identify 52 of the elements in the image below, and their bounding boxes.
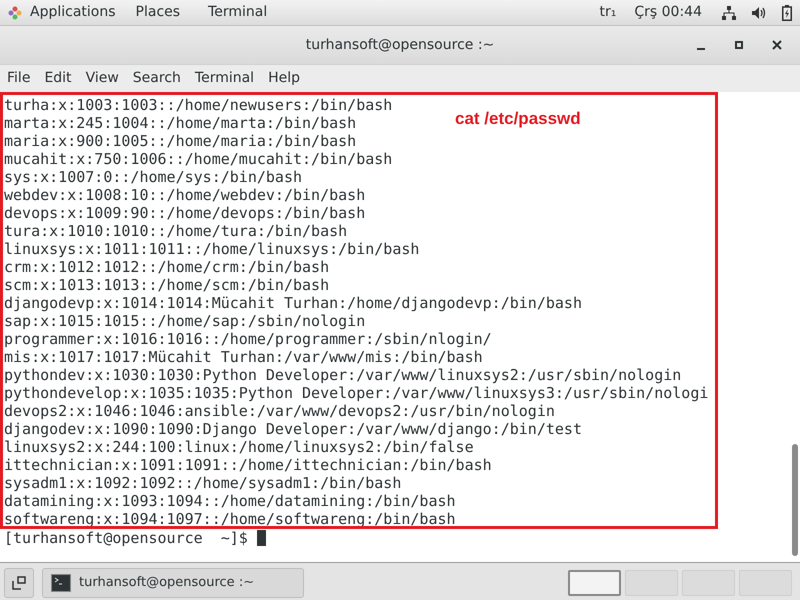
top-menu[interactable]: Places xyxy=(136,2,180,23)
terminal-line: maria:x:900:1005::/home/maria:/bin/bash xyxy=(4,132,356,150)
windows-icon xyxy=(12,576,26,590)
terminal-line: pythondevelop:x:1035:1035:Python Developer:/var/www/linuxsys3:/usr/sbin/nologi xyxy=(4,384,708,402)
close-icon xyxy=(772,40,782,50)
terminal-line: sys:x:1007:0::/home/sys:/bin/bash xyxy=(4,168,302,186)
terminal-line: devops:x:1009:90::/home/devops:/bin/bash xyxy=(4,204,366,222)
workspace-button[interactable] xyxy=(568,570,621,596)
taskbar-window-button[interactable]: turhansoft@opensource :~ xyxy=(42,568,304,598)
keyboard-layout[interactable]: tr₁ xyxy=(600,2,616,23)
minimize-icon xyxy=(697,48,705,50)
terminal-line: softwareng:x:1094:1097::/home/softwareng:/bin/bash xyxy=(4,510,456,528)
network-icon[interactable] xyxy=(722,6,736,20)
terminal-line: datamining:x:1093:1094::/home/datamining:/bin/bash xyxy=(4,492,456,510)
menu-item[interactable]: Help xyxy=(261,68,307,89)
terminal-line: djangodev:x:1090:1090:Django Developer:/var/www/django:/bin/test xyxy=(4,420,582,438)
flower-icon xyxy=(8,6,22,20)
applications-menu[interactable]: Applications xyxy=(30,2,116,23)
terminal-line: ittechnician:x:1091:1091::/home/ittechnician:/bin/bash xyxy=(4,456,492,474)
menu-item[interactable]: Edit xyxy=(37,68,79,89)
terminal-line: pythondev:x:1030:1030:Python Developer:/var/www/linuxsys2:/usr/sbin/nologin xyxy=(4,366,682,384)
top-menu[interactable]: Terminal xyxy=(208,2,268,23)
terminal-line: turha:x:1003:1003::/home/newusers:/bin/bash xyxy=(4,96,392,114)
terminal-line: crm:x:1012:1012::/home/crm:/bin/bash xyxy=(4,258,330,276)
terminal-line: sysadm1:x:1092:1092::/home/sysadm1:/bin/bash xyxy=(4,474,402,492)
window-title: turhansoft@opensource :~ xyxy=(306,36,494,54)
cursor xyxy=(256,530,266,546)
clock[interactable]: Çrş 00:44 xyxy=(634,2,702,23)
menu-item[interactable]: View xyxy=(78,68,126,89)
terminal-line: linuxsys2:x:244:100:linux:/home/linuxsys2:/bin/false xyxy=(4,438,474,456)
show-desktop-button[interactable] xyxy=(4,568,34,598)
scrollbar-thumb[interactable] xyxy=(792,444,798,556)
terminal-line: djangodevp:x:1014:1014:Mücahit Turhan:/home/djangodevp:/bin/bash xyxy=(4,294,582,312)
terminal-line: devops2:x:1046:1046:ansible:/var/www/devops2:/usr/bin/nologin xyxy=(4,402,555,420)
terminal-line: scm:x:1013:1013::/home/scm:/bin/bash xyxy=(4,276,330,294)
battery-icon[interactable] xyxy=(782,4,792,20)
terminal-line: tura:x:1010:1010::/home/tura:/bin/bash xyxy=(4,222,348,240)
terminal-line: sap:x:1015:1015::/home/sap:/sbin/nologin xyxy=(4,312,366,330)
terminal-line: mucahit:x:750:1006::/home/mucahit:/bin/bash xyxy=(4,150,392,168)
volume-icon[interactable] xyxy=(752,6,766,18)
terminal-line: programmer:x:1016:1016::/home/programmer:/sbin/nlogin/ xyxy=(4,330,492,348)
terminal-line: linuxsys:x:1011:1011::/home/linuxsys:/bin/bash xyxy=(4,240,420,258)
menu-item[interactable]: Search xyxy=(126,68,188,89)
terminal-line: marta:x:245:1004::/home/marta:/bin/bash xyxy=(4,114,356,132)
menu-item[interactable]: Terminal xyxy=(188,68,262,89)
menu-item[interactable]: File xyxy=(0,68,38,89)
terminal-icon xyxy=(51,574,71,592)
annotation-text: cat /etc/passwd xyxy=(455,108,581,130)
terminal-line: webdev:x:1008:10::/home/webdev:/bin/bash xyxy=(4,186,366,204)
shell-prompt: [turhansoft@opensource ~]$ xyxy=(4,529,248,547)
maximize-icon xyxy=(734,40,744,50)
terminal-line: mis:x:1017:1017:Mücahit Turhan:/var/www/mis:/bin/bash xyxy=(4,348,483,366)
